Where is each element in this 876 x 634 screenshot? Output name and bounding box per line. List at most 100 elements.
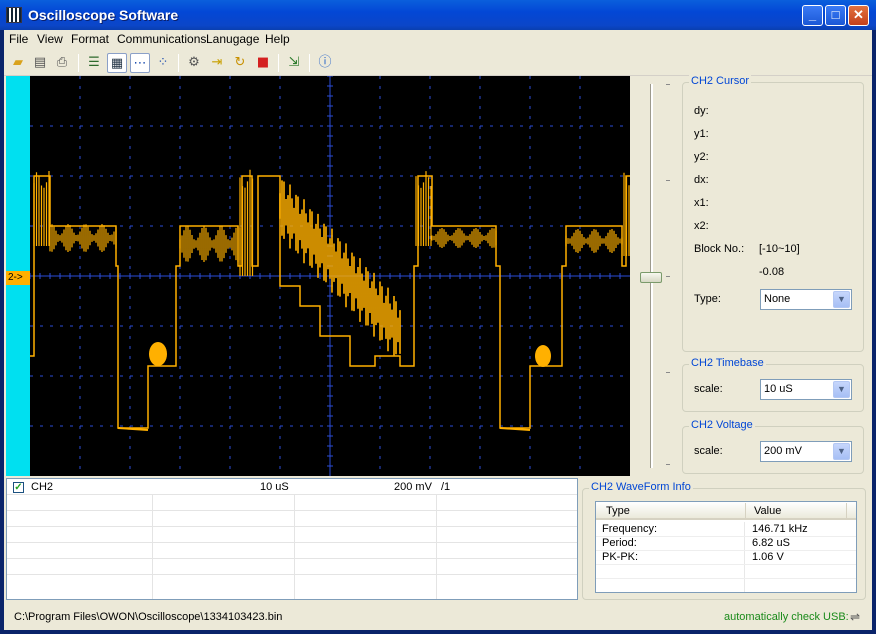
- app-icon: [6, 7, 22, 23]
- menu-language[interactable]: Lanugage: [206, 32, 259, 46]
- menu-bar: File View Format Communications Lanugage…: [4, 30, 872, 48]
- menu-view[interactable]: View: [37, 32, 63, 46]
- maximize-button[interactable]: □: [825, 5, 846, 26]
- table-row: [7, 511, 577, 527]
- voltage-value: 200 mV: [764, 445, 802, 457]
- usb-icon: ⇌: [850, 610, 861, 624]
- print-preview-icon[interactable]: ⎙: [52, 53, 72, 73]
- timebase-select[interactable]: 10 uS ▼: [760, 379, 852, 400]
- info-pkpk-value: 1.06 V: [752, 551, 784, 563]
- export-icon[interactable]: ⇲: [284, 53, 304, 73]
- voltage-panel-title: CH2 Voltage: [689, 419, 755, 431]
- header-divider: [745, 503, 746, 518]
- x2-label: x2:: [694, 220, 709, 232]
- minimize-button[interactable]: _: [802, 5, 823, 26]
- trace-segment: [535, 345, 551, 367]
- stop-icon[interactable]: ■: [253, 53, 273, 73]
- block-value: -0.08: [759, 266, 785, 278]
- menu-help[interactable]: Help: [265, 32, 290, 46]
- menu-file[interactable]: File: [9, 32, 28, 46]
- chevron-down-icon[interactable]: ▼: [833, 291, 850, 308]
- column-type-header[interactable]: Type: [606, 505, 630, 517]
- column-divider: [744, 522, 745, 592]
- slider-tick: [666, 180, 670, 181]
- info-pkpk-label: PK-PK:: [602, 551, 639, 563]
- block-label: Block No.:: [694, 243, 745, 255]
- info-period-value: 6.82 uS: [752, 537, 790, 549]
- scope-svg: [30, 76, 630, 476]
- column-value-header[interactable]: Value: [754, 505, 781, 517]
- menu-communications[interactable]: Communications: [117, 32, 206, 46]
- client-area: File View Format Communications Lanugage…: [4, 30, 872, 630]
- cursor-panel-title: CH2 Cursor: [689, 75, 752, 87]
- chevron-down-icon[interactable]: ▼: [833, 443, 850, 460]
- import-icon[interactable]: ⇥: [207, 53, 227, 73]
- trace-segment: [431, 228, 497, 248]
- channel-checkbox[interactable]: ✓: [13, 482, 24, 493]
- header-divider: [846, 503, 847, 518]
- timebase-panel-title: CH2 Timebase: [689, 357, 766, 369]
- grid-icon[interactable]: ▦: [107, 53, 127, 73]
- slider-thumb[interactable]: [640, 272, 662, 283]
- file-path: C:\Program Files\OWON\Oscilloscope\13341…: [14, 611, 283, 623]
- trace-segment: [149, 342, 167, 366]
- timebase-panel: CH2 Timebase scale: 10 uS ▼: [682, 357, 864, 412]
- title-bar[interactable]: Oscilloscope Software _ □ ✕: [0, 0, 876, 30]
- table-row: [7, 495, 577, 511]
- menu-format[interactable]: Format: [71, 32, 109, 46]
- voltage-select[interactable]: 200 mV ▼: [760, 441, 852, 462]
- status-bar: C:\Program Files\OWON\Oscilloscope\13341…: [4, 608, 872, 630]
- column-divider: [294, 495, 295, 599]
- cursor-type-value: None: [764, 293, 791, 305]
- trace-segment: [279, 180, 401, 356]
- chevron-down-icon[interactable]: ▼: [833, 381, 850, 398]
- open-folder-icon[interactable]: ▰: [8, 53, 28, 73]
- waveform-info-panel: CH2 WaveForm Info Type Value Frequency: …: [582, 481, 866, 600]
- print-icon[interactable]: ▤: [30, 53, 50, 73]
- toolbar: ▰ ▤ ⎙ ☰ ▦ ⋯ ⁘ ⚙ ⇥ ↻ ■ ⇲ ⓘ: [4, 50, 872, 76]
- settings-icon[interactable]: ⚙: [184, 53, 204, 73]
- usb-status: automatically check USB:: [724, 611, 849, 623]
- trace-segment: [565, 229, 623, 253]
- row-divider: [596, 578, 856, 579]
- channel-marker[interactable]: 2->: [6, 271, 30, 285]
- waveform-info-list: Type Value Frequency: 146.71 kHz Period:…: [595, 501, 857, 593]
- slider-tick: [666, 464, 670, 465]
- waveform-info-title: CH2 WaveForm Info: [589, 481, 693, 493]
- channel-table: ✓ CH2 10 uS 200 mV /1: [6, 478, 578, 600]
- column-divider: [152, 495, 153, 599]
- trace-segment: [623, 172, 630, 256]
- channel-voltage: 200 mV: [394, 481, 432, 493]
- block-range: [-10~10]: [759, 243, 800, 255]
- trace-segment: [179, 226, 241, 262]
- y1-label: y1:: [694, 128, 709, 140]
- voltage-panel: CH2 Voltage scale: 200 mV ▼: [682, 419, 864, 474]
- cursor-type-select[interactable]: None ▼: [760, 289, 852, 310]
- list-icon[interactable]: ☰: [84, 53, 104, 73]
- scope-screen[interactable]: [30, 76, 630, 476]
- channel-timebase: 10 uS: [260, 481, 289, 493]
- table-row[interactable]: ✓ CH2 10 uS 200 mV /1: [7, 479, 577, 495]
- table-row: [7, 559, 577, 575]
- timebase-scale-label: scale:: [694, 383, 723, 395]
- column-divider: [436, 495, 437, 599]
- y2-label: y2:: [694, 151, 709, 163]
- table-row: [7, 543, 577, 559]
- dy-label: dy:: [694, 105, 709, 117]
- channel-probe-ratio: /1: [441, 481, 451, 493]
- x1-label: x1:: [694, 197, 709, 209]
- dots-line-icon[interactable]: ⋯: [130, 53, 150, 73]
- cursor-panel: CH2 Cursor dy: y1: y2: dx: x1: x2: Block…: [682, 75, 864, 352]
- vertical-slider[interactable]: [632, 80, 672, 472]
- refresh-icon[interactable]: ↻: [230, 53, 250, 73]
- slider-tick: [666, 372, 670, 373]
- toolbar-separator: [178, 54, 179, 72]
- help-icon[interactable]: ⓘ: [315, 53, 335, 73]
- voltage-scale-label: scale:: [694, 445, 723, 457]
- slider-tick: [666, 276, 670, 277]
- dots-icon[interactable]: ⁘: [153, 53, 173, 73]
- close-button[interactable]: ✕: [848, 5, 869, 26]
- list-header: Type Value: [596, 502, 856, 520]
- channel-name: CH2: [31, 481, 54, 493]
- table-row: [7, 575, 577, 591]
